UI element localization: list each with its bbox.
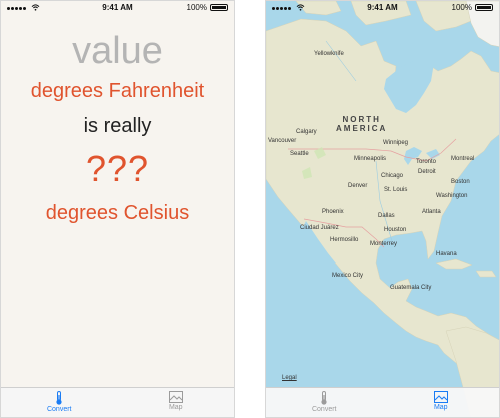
legal-link[interactable]: Legal — [282, 375, 297, 381]
celsius-result: ??? — [85, 148, 150, 189]
map-label-atlanta: Atlanta — [422, 209, 441, 215]
region-line1: NORTH — [342, 115, 381, 124]
tab-map[interactable]: Map — [383, 388, 500, 417]
map-label-ciudad-juarez: Ciudad Juárez — [300, 225, 339, 231]
map-label-houston: Houston — [384, 227, 407, 233]
map-label-calgary: Calgary — [296, 129, 317, 135]
battery-icon — [475, 4, 493, 11]
tab-convert-label: Convert — [311, 406, 337, 413]
status-bar: 9:41 AM 100% — [1, 1, 234, 15]
battery-group: 100% — [187, 3, 228, 12]
fahrenheit-unit-label: degrees Fahrenheit — [30, 80, 205, 102]
status-bar: 9:41 AM 100% — [266, 1, 499, 15]
map-label-denver: Denver — [348, 183, 368, 189]
tab-bar: Convert Map — [266, 387, 499, 417]
map-labels: Yellowknife NORTH AMERICA Calgary Vancou… — [266, 1, 499, 417]
thermometer-icon — [321, 391, 327, 405]
map-label-vancouver: Vancouver — [268, 138, 297, 144]
map-label-chicago: Chicago — [381, 173, 404, 179]
map-label-toronto: Toronto — [416, 159, 437, 165]
fahrenheit-value-input[interactable]: value — [1, 29, 234, 73]
celsius-unit-label: degrees Celsius — [45, 202, 190, 224]
thermometer-icon — [56, 391, 62, 405]
map-icon — [433, 391, 448, 403]
region-line2: AMERICA — [336, 124, 388, 133]
map-label-mexico-city: Mexico City — [332, 273, 364, 279]
tab-map-label: Map — [168, 404, 183, 411]
map-label-phoenix: Phoenix — [322, 209, 344, 215]
tab-map[interactable]: Map — [118, 388, 235, 417]
map-label-detroit: Detroit — [418, 169, 436, 175]
tab-bar: Convert Map — [1, 387, 234, 417]
battery-icon — [210, 4, 228, 11]
map-label-seattle: Seattle — [290, 151, 309, 157]
tab-map-label: Map — [433, 404, 448, 411]
map-label-washington: Washington — [436, 193, 468, 199]
battery-percent: 100% — [186, 3, 207, 12]
map-label-dallas: Dallas — [378, 213, 395, 219]
battery-group: 100% — [452, 3, 493, 12]
map-label-monterrey: Monterrey — [370, 241, 398, 247]
map-label-guatemala-city: Guatemala City — [390, 285, 432, 291]
converter-panel: value degrees Fahrenheit is really ??? d… — [1, 27, 234, 227]
map-label-montreal: Montreal — [451, 156, 475, 162]
map-label-boston: Boston — [451, 179, 470, 185]
map-label-minneapolis: Minneapolis — [354, 156, 387, 162]
map-label-yellowknife: Yellowknife — [314, 51, 344, 57]
map-label-st-louis: St. Louis — [384, 187, 408, 193]
convert-screen: 9:41 AM 100% value degrees Fahrenheit is… — [0, 0, 235, 418]
tab-convert-label: Convert — [46, 406, 72, 413]
map-screen: Yellowknife NORTH AMERICA Calgary Vancou… — [265, 0, 500, 418]
map-label-hermosillo: Hermosillo — [330, 237, 359, 243]
battery-percent: 100% — [451, 3, 472, 12]
tab-convert[interactable]: Convert — [1, 388, 118, 417]
map-label-havana: Havana — [436, 251, 457, 257]
map-region-label: NORTH AMERICA — [336, 115, 387, 133]
connector-label: is really — [83, 115, 152, 137]
map-label-winnipeg: Winnipeg — [383, 140, 409, 146]
tab-convert[interactable]: Convert — [266, 388, 383, 417]
map-icon — [168, 391, 183, 403]
